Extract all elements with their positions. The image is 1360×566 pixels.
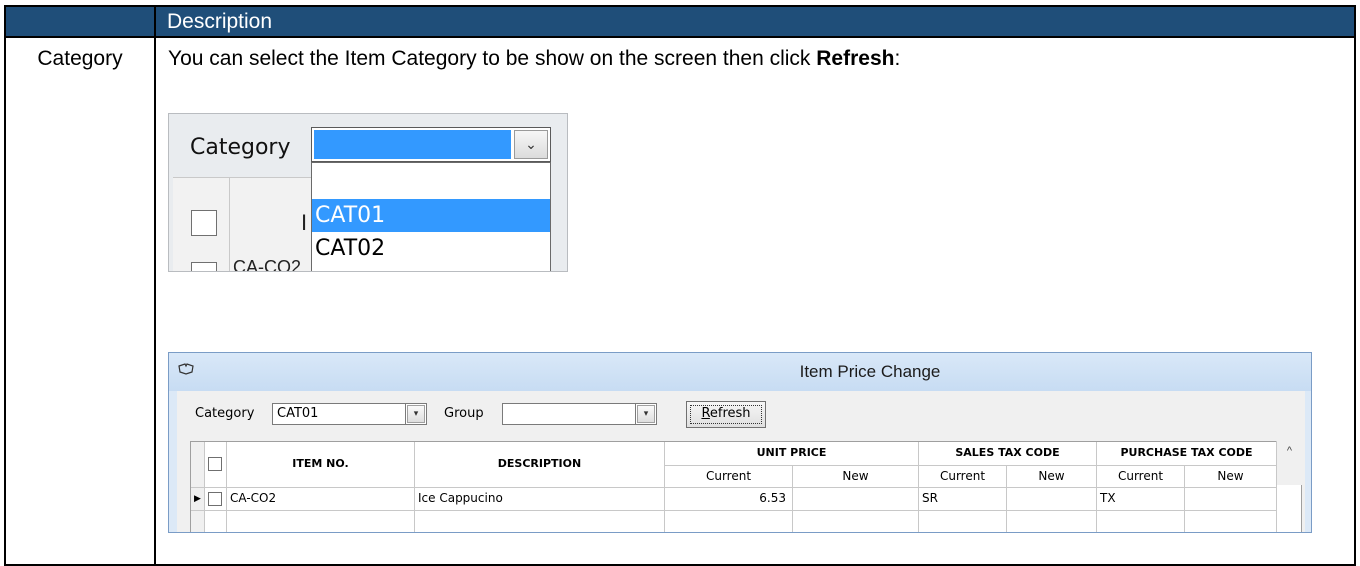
chevron-down-icon: ▾ <box>637 405 655 423</box>
header-row: Description <box>4 5 1356 38</box>
col-purchase-tax-code[interactable]: PURCHASE TAX CODE <box>1097 442 1277 466</box>
row-checkbox[interactable] <box>191 262 217 271</box>
empty-cell <box>665 511 793 532</box>
col-unit-price[interactable]: UNIT PRICE <box>665 442 919 466</box>
col-sales-tax-new[interactable]: New <box>1007 466 1097 488</box>
dropdown-option-blank[interactable] <box>312 164 550 197</box>
empty-cell <box>227 511 415 532</box>
cell-unit-price-current[interactable]: 6.53 <box>665 488 793 511</box>
empty-cell <box>415 511 665 532</box>
select-all-checkbox[interactable] <box>191 210 217 236</box>
category-label: Category <box>190 135 291 160</box>
col-unit-price-current[interactable]: Current <box>665 466 793 488</box>
empty-cell <box>1097 511 1185 532</box>
row-indicator-icon: ▶ <box>191 488 205 511</box>
header-blank-cell <box>4 5 156 38</box>
dropdown-option-cat02[interactable]: CAT02 <box>312 232 550 265</box>
category-label: Category <box>195 406 255 421</box>
row-checkbox[interactable] <box>208 492 222 506</box>
cell-item-no[interactable]: CA-CO2 <box>227 488 415 511</box>
dropdown-option-cat01[interactable]: CAT01 <box>312 199 550 232</box>
category-dropdown-button[interactable]: ▾ <box>405 403 427 425</box>
row-label-category: Category <box>4 36 156 566</box>
document-table: Description Category You can select the … <box>4 5 1356 566</box>
category-row: Category You can select the Item Categor… <box>4 36 1356 566</box>
empty-cell <box>205 511 227 532</box>
price-grid: ITEM NO. DESCRIPTION UNIT PRICE Current … <box>190 441 1302 532</box>
scroll-up-button[interactable]: ^ <box>1276 441 1302 485</box>
col-description[interactable]: DESCRIPTION <box>415 442 665 488</box>
cell-unit-price-new[interactable] <box>793 488 919 511</box>
cell-sales-tax-new[interactable] <box>1007 488 1097 511</box>
window-title: Item Price Change <box>799 362 941 381</box>
dropdown-screenshot: Category ⌄ I CA-CO2 CAT01 CAT02 <box>168 113 568 272</box>
cell-sales-tax-current[interactable]: SR <box>919 488 1007 511</box>
col-sales-tax-code[interactable]: SALES TAX CODE <box>919 442 1097 466</box>
cell-purchase-tax-current[interactable]: TX <box>1097 488 1185 511</box>
select-all-checkbox[interactable] <box>208 457 222 471</box>
window-titlebar: Item Price Change <box>169 353 1311 391</box>
category-dropdown-list: CAT01 CAT02 <box>311 162 551 271</box>
intro-text-bold: Refresh <box>816 47 895 70</box>
intro-text: You can select the Item Category to be s… <box>168 47 900 71</box>
col-item-no[interactable]: ITEM NO. <box>227 442 415 488</box>
empty-cell <box>1007 511 1097 532</box>
cell-purchase-tax-new[interactable] <box>1185 488 1277 511</box>
empty-cell <box>793 511 919 532</box>
empty-cell <box>1185 511 1277 532</box>
col-unit-price-new[interactable]: New <box>793 466 919 488</box>
group-dropdown-button[interactable]: ▾ <box>635 403 657 425</box>
cell-description[interactable]: Ice Cappucino <box>415 488 665 511</box>
grid-divider <box>229 177 230 271</box>
intro-text-after: : <box>894 47 901 70</box>
window-body: Category CAT01 ▾ Group ▾ Refresh ITEM NO… <box>177 391 1305 532</box>
refresh-mnemonic: R <box>701 406 710 421</box>
item-price-change-window: Item Price Change Category CAT01 ▾ Group <box>168 352 1312 533</box>
combobox-selection <box>314 130 511 159</box>
grid-partial-text: CA-CO2 <box>233 257 302 272</box>
grid-partial-header: I <box>301 210 308 235</box>
header-description-cell: Description <box>154 5 1356 38</box>
group-label: Group <box>444 406 484 421</box>
row-header-empty <box>191 511 205 532</box>
empty-cell <box>919 511 1007 532</box>
col-sales-tax-current[interactable]: Current <box>919 466 1007 488</box>
chevron-down-icon[interactable]: ⌄ <box>514 130 548 159</box>
refresh-button[interactable]: Refresh <box>686 401 766 428</box>
group-select[interactable] <box>502 403 655 425</box>
grid-corner <box>191 442 205 488</box>
category-select-value: CAT01 <box>277 406 319 421</box>
refresh-label: efresh <box>709 406 751 421</box>
description-cell: You can select the Item Category to be s… <box>154 36 1356 566</box>
col-purchase-tax-new[interactable]: New <box>1185 466 1277 488</box>
category-combobox[interactable]: ⌄ <box>311 127 551 162</box>
intro-text-before: You can select the Item Category to be s… <box>168 47 817 70</box>
category-select[interactable]: CAT01 <box>272 403 425 425</box>
col-purchase-tax-current[interactable]: Current <box>1097 466 1185 488</box>
chevron-down-icon: ▾ <box>407 405 425 423</box>
